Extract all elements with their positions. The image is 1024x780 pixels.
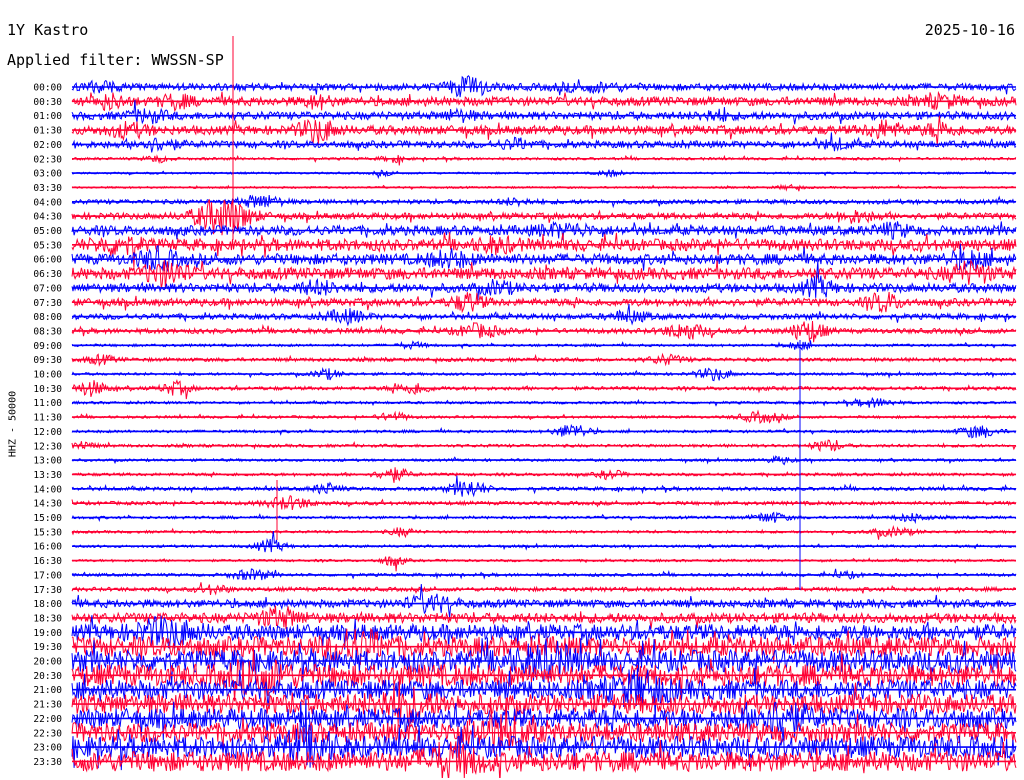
tick-label-0030: 00:30 [33, 97, 62, 108]
tick-label-1330: 13:30 [33, 470, 62, 481]
tick-label-1300: 13:00 [33, 456, 62, 467]
tick-label-1930: 19:30 [33, 642, 62, 653]
tick-label-0200: 02:00 [33, 140, 62, 151]
tick-label-0530: 05:30 [33, 240, 62, 251]
tick-label-1200: 12:00 [33, 427, 62, 438]
tick-label-1800: 18:00 [33, 599, 62, 610]
trace-group [71, 36, 1017, 778]
tick-label-0500: 05:00 [33, 226, 62, 237]
tick-label-0730: 07:30 [33, 298, 62, 309]
tick-label-2000: 20:00 [33, 657, 62, 668]
trace-row-1630 [71, 556, 1017, 572]
tick-label-0900: 09:00 [33, 341, 62, 352]
tick-label-0330: 03:30 [33, 183, 62, 194]
tick-label-1900: 19:00 [33, 628, 62, 639]
tick-label-0600: 06:00 [33, 255, 62, 266]
tick-label-2200: 22:00 [33, 714, 62, 725]
trace-row-1400 [71, 475, 1017, 498]
tick-label-1600: 16:00 [33, 542, 62, 553]
tick-label-1830: 18:30 [33, 613, 62, 624]
tick-label-2100: 21:00 [33, 685, 62, 696]
tick-label-1000: 10:00 [33, 370, 62, 381]
tick-label-0700: 07:00 [33, 283, 62, 294]
tick-label-0230: 02:30 [33, 154, 62, 165]
tick-label-1730: 17:30 [33, 585, 62, 596]
tick-label-1400: 14:00 [33, 484, 62, 495]
tick-label-group: 00:00 00:30 01:00 01:30 02:00 02:30 03:00 03:30… [33, 83, 62, 768]
tick-label-2330: 23:30 [33, 757, 62, 768]
tick-label-1030: 10:30 [33, 384, 62, 395]
tick-label-0400: 04:00 [33, 197, 62, 208]
trace-row-0200 [71, 132, 1017, 153]
tick-label-0630: 06:30 [33, 269, 62, 280]
tick-label-2030: 20:30 [33, 671, 62, 682]
helicorder-plot: 00:00 00:30 01:00 01:30 02:00 02:30 03:00 03:30… [33, 36, 1017, 778]
tick-label-1500: 15:00 [33, 513, 62, 524]
tick-label-1430: 14:30 [33, 499, 62, 510]
tick-label-0000: 00:00 [33, 83, 62, 94]
tick-label-2230: 22:30 [33, 728, 62, 739]
helicorder-page: 1Y Kastro 2025-10-16 Applied filter: WWS… [0, 0, 1024, 780]
tick-label-0430: 04:30 [33, 212, 62, 223]
tick-label-0800: 08:00 [33, 312, 62, 323]
tick-label-2300: 23:00 [33, 743, 62, 754]
tick-label-1100: 11:00 [33, 398, 62, 409]
trace-row-1600 [71, 531, 1017, 553]
tick-label-0300: 03:00 [33, 169, 62, 180]
tick-label-0130: 01:30 [33, 126, 62, 137]
tick-label-0100: 01:00 [33, 111, 62, 122]
tick-label-0930: 09:30 [33, 355, 62, 366]
trace-row-0800 [71, 303, 1017, 327]
tick-label-0830: 08:30 [33, 326, 62, 337]
tick-label-1230: 12:30 [33, 441, 62, 452]
trace-row-0100 [71, 100, 1017, 125]
tick-label-1700: 17:00 [33, 570, 62, 581]
trace-row-1530 [71, 525, 1017, 540]
tick-label-1630: 16:30 [33, 556, 62, 567]
trace-row-0230 [71, 154, 1017, 166]
trace-row-0530 [71, 232, 1017, 268]
tick-label-1130: 11:30 [33, 413, 62, 424]
trace-row-1030 [71, 378, 1017, 400]
tick-label-2130: 21:30 [33, 700, 62, 711]
tick-label-1530: 15:30 [33, 527, 62, 538]
